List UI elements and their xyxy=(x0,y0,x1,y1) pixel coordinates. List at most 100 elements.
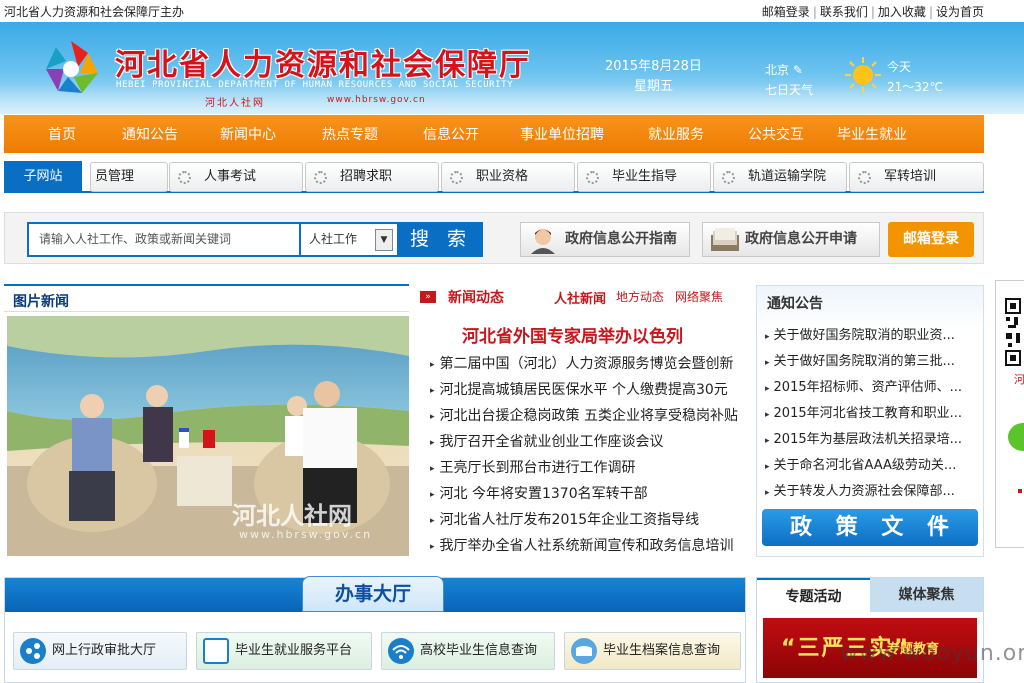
float-label: 河 xyxy=(1014,373,1024,386)
picture-news-title: 图片新闻 xyxy=(13,294,69,310)
policy-documents-button[interactable]: 政 策 文 件 ➤ xyxy=(762,509,978,546)
notice-title: 通知公告 xyxy=(767,296,823,312)
graduate-service-button[interactable]: 毕业生就业服务平台 xyxy=(196,632,372,670)
city-name[interactable]: 北京 xyxy=(765,63,789,77)
tab-media-focus[interactable]: 媒体聚焦 xyxy=(870,578,983,612)
operator-avatar-icon xyxy=(531,229,555,254)
graduate-archive-query-button[interactable]: 毕业生档案信息查询 xyxy=(564,632,741,670)
news-item[interactable]: 我厅召开全省就业创业工作座谈会议 xyxy=(430,431,664,451)
search-category-select[interactable]: 人社工作 ▼ xyxy=(301,222,399,257)
notice-item[interactable]: 2015年招标师、资产评估师、... xyxy=(765,376,977,395)
nav-item-employment[interactable]: 就业服务 xyxy=(606,124,746,144)
nav-item-interaction[interactable]: 公共交互 xyxy=(746,124,806,144)
qr-code-icon[interactable] xyxy=(1000,295,1024,367)
subsite-item-exam[interactable]: 人事考试 xyxy=(169,162,303,192)
gear-icon xyxy=(586,171,599,184)
gear-icon xyxy=(722,171,735,184)
sunny-weather-icon xyxy=(845,57,881,93)
gear-icon xyxy=(178,171,191,184)
disclosure-apply-button[interactable]: 政府信息公开申请 xyxy=(702,222,880,257)
disclosure-guide-button[interactable]: 政府信息公开指南 xyxy=(520,222,690,257)
notice-item[interactable]: 关于命名河北省AAA级劳动关... xyxy=(765,454,977,473)
today-temp: 21～32℃ xyxy=(887,80,944,94)
picture-news: 图片新闻 河北人社网 www.hbrsw.gov.cn xyxy=(4,284,409,556)
weekday-text: 星期五 xyxy=(633,79,673,94)
notice-item[interactable]: 关于做好国务院取消的第三批... xyxy=(765,350,977,369)
top-link-homepage[interactable]: 设为首页 xyxy=(936,5,984,19)
double-chevron-icon: » xyxy=(420,291,436,303)
window-icon xyxy=(203,638,229,664)
notice-panel: 通知公告 关于做好国务院取消的职业资... 关于做好国务院取消的第三批... 2… xyxy=(756,285,984,557)
notice-item[interactable]: 2015年河北省技工教育和职业... xyxy=(765,402,977,421)
notice-item[interactable]: 2015年为基层政法机关招录培... xyxy=(765,428,977,447)
gear-icon xyxy=(858,171,871,184)
top-link-mail[interactable]: 邮箱登录 xyxy=(762,5,810,19)
tab-hrss-news[interactable]: 人社新闻 xyxy=(554,288,606,307)
date-text: 2015年8月28日 xyxy=(605,59,702,74)
today-weather: 今天 21～32℃ xyxy=(887,57,943,97)
floating-sidebar[interactable]: 河 xyxy=(995,280,1024,548)
subsite-item-jobs[interactable]: 招聘求职 xyxy=(305,162,439,192)
nav-item-graduates[interactable]: 毕业生就业 xyxy=(806,124,938,144)
top-link-favorite[interactable]: 加入收藏 xyxy=(878,5,926,19)
chevron-down-icon[interactable]: ▼ xyxy=(375,229,393,251)
nav-item-news[interactable]: 新闻中心 xyxy=(180,124,316,144)
online-approval-button[interactable]: 网上行政审批大厅 xyxy=(13,632,187,670)
site-header: 河北省人力资源和社会保障厅 HEBEI PROVINCIAL DEPARTMEN… xyxy=(0,22,1024,114)
search-button[interactable]: 搜 索 xyxy=(399,222,483,257)
photo-watermark-url: www.hbrsw.gov.cn xyxy=(239,528,373,541)
top-links: 邮箱登录 | 联系我们 | 加入收藏 | 设为首页 xyxy=(761,5,984,19)
share-icon xyxy=(20,638,46,664)
nav-item-topics[interactable]: 热点专题 xyxy=(316,124,384,144)
subsite-item-qualification[interactable]: 职业资格 xyxy=(441,162,575,192)
nav-item-disclosure[interactable]: 信息公开 xyxy=(384,124,518,144)
photo-watermark: 河北人社网 xyxy=(232,502,352,530)
news-item[interactable]: 河北省人社厅发布2015年企业工资指导线 xyxy=(430,509,700,529)
tab-special-activities[interactable]: 专题活动 xyxy=(757,578,870,612)
news-photo[interactable]: 河北人社网 www.hbrsw.gov.cn xyxy=(7,316,409,556)
site-logo-icon[interactable] xyxy=(40,37,102,99)
service-hall-title: 办事大厅 xyxy=(302,576,444,612)
site-title: 河北省人力资源和社会保障厅 xyxy=(115,48,531,83)
news-item[interactable]: 王亮厅长到邢台市进行工作调研 xyxy=(430,457,636,477)
wechat-icon[interactable] xyxy=(1006,413,1024,463)
arrow-right-icon: ➤ xyxy=(936,519,948,535)
notice-item[interactable]: 关于转发人力资源社会保障部... xyxy=(765,480,977,499)
notice-item[interactable]: 关于做好国务院取消的职业资... xyxy=(765,324,977,343)
search-input[interactable]: 请输入人社工作、政策或新闻关键词 xyxy=(27,222,301,257)
news-item[interactable]: 河北提高城镇居民医保水平 个人缴费提高30元 xyxy=(430,379,728,399)
site-title-en: HEBEI PROVINCIAL DEPARTMENT OF HUMAN RES… xyxy=(116,80,514,90)
forecast-link[interactable]: 七日天气 xyxy=(765,80,813,100)
subsite-item-railway[interactable]: 轨道运输学院 xyxy=(713,162,847,192)
subsite-item-guidance[interactable]: 毕业生指导 xyxy=(577,162,711,192)
subsite-tab[interactable]: 子网站 xyxy=(4,161,82,193)
gear-icon xyxy=(314,171,327,184)
date-display: 2015年8月28日 星期五 xyxy=(605,57,702,97)
subsite-item-military[interactable]: 军转培训 xyxy=(849,162,984,192)
graduate-info-query-button[interactable]: 高校毕业生信息查询 xyxy=(381,632,555,670)
nav-item-home[interactable]: 首页 xyxy=(4,124,120,144)
nav-item-notices[interactable]: 通知公告 xyxy=(120,124,180,144)
gear-icon xyxy=(450,171,463,184)
envelope-icon xyxy=(571,638,597,664)
news-section: » 新闻动态 人社新闻 地方动态 网络聚焦 河北省外国专家局举办以色列 第二届中… xyxy=(418,284,743,556)
nav-item-recruitment[interactable]: 事业单位招聘 xyxy=(518,124,606,144)
search-bar: 请输入人社工作、政策或新闻关键词 人社工作 ▼ 搜 索 政府信息公开指南 政府信息… xyxy=(4,212,984,264)
tab-network-focus[interactable]: 网络聚焦 xyxy=(675,288,723,305)
tab-local-news[interactable]: 地方动态 xyxy=(616,288,664,305)
site-url: www.hbrsw.gov.cn xyxy=(327,95,426,105)
subsite-item-staff[interactable]: 员管理 xyxy=(90,162,168,192)
special-topics: 专题活动 媒体聚焦 “三严三实” 专题教育 xyxy=(756,577,984,683)
news-headline[interactable]: 河北省外国专家局举办以色列 xyxy=(462,322,683,347)
mail-login-button[interactable]: 邮箱登录 xyxy=(888,222,974,257)
pencil-icon[interactable]: ✎ xyxy=(793,63,803,77)
news-item[interactable]: 河北出台援企稳岗政策 五类企业将享受稳岗补贴 xyxy=(430,405,738,425)
top-link-contact[interactable]: 联系我们 xyxy=(820,5,868,19)
wifi-icon xyxy=(388,638,414,664)
news-item[interactable]: 我厅举办全省人社系统新闻宣传和政务信息培训 xyxy=(430,535,734,555)
news-item[interactable]: 第二届中国（河北）人力资源服务博览会暨创新 xyxy=(430,353,734,373)
top-bar: 河北省人力资源和社会保障厅主办 邮箱登录 | 联系我们 | 加入收藏 | 设为首页 xyxy=(0,0,1024,22)
subsite-row: 子网站 员管理 人事考试 招聘求职 职业资格 毕业生指导 轨道运输学院 军转培训 xyxy=(4,161,984,193)
news-item[interactable]: 河北 今年将安置1370名军转干部 xyxy=(430,483,648,503)
today-label: 今天 xyxy=(887,60,912,74)
